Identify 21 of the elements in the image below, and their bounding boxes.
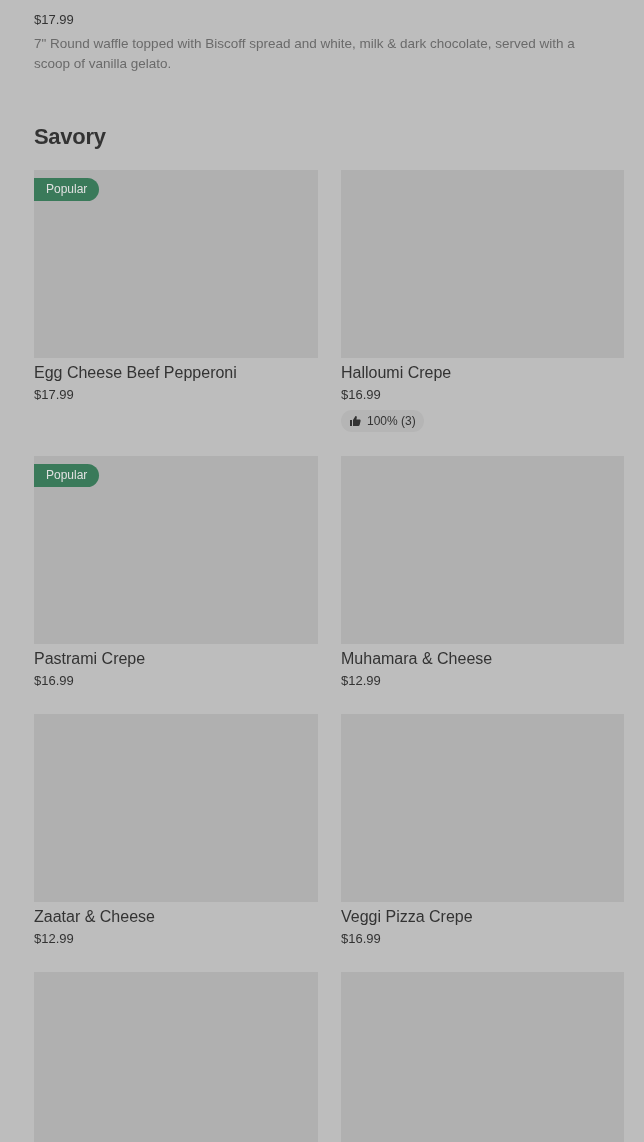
- section-title: Savory: [34, 124, 107, 150]
- item-price: $16.99: [341, 386, 381, 404]
- item-name[interactable]: Pastrami Crepe: [34, 649, 146, 669]
- popular-badge: Popular: [34, 464, 100, 487]
- thumbs-up-icon: [349, 415, 361, 427]
- rating-text: 100% (3): [367, 414, 416, 428]
- item-price: $12.99: [34, 930, 74, 948]
- item-price: $16.99: [34, 672, 74, 690]
- popular-badge: Popular: [34, 178, 100, 201]
- item-name[interactable]: Muhamara & Cheese: [341, 649, 493, 669]
- item-price: $16.99: [341, 930, 381, 948]
- image-placeholder[interactable]: Popular: [34, 456, 318, 644]
- item-name[interactable]: Egg Cheese Beef Pepperoni: [34, 363, 237, 383]
- item-price: $17.99: [34, 11, 75, 29]
- item-name[interactable]: Halloumi Crepe: [341, 363, 452, 383]
- item-name[interactable]: Zaatar & Cheese: [34, 907, 155, 927]
- image-placeholder[interactable]: Popular: [34, 170, 318, 358]
- item-name[interactable]: Veggi Pizza Crepe: [341, 907, 473, 927]
- item-price: $17.99: [34, 386, 74, 404]
- item-price: $12.99: [341, 672, 381, 690]
- item-description: 7" Round waffle topped with Biscoff spread and white, milk & dark chocolate, served with a scoop of vanilla gelato.: [34, 35, 576, 73]
